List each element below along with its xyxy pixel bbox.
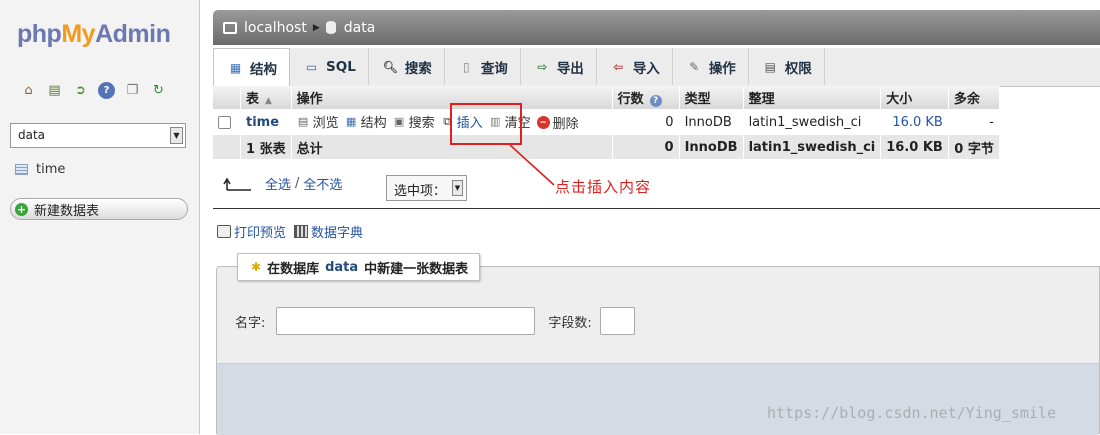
print-view-link[interactable]: 打印预览: [217, 222, 286, 241]
arrow-up-icon: [223, 177, 251, 191]
uncheck-all-link[interactable]: 全不选: [303, 174, 342, 193]
database-select[interactable]: data ▼: [10, 123, 186, 148]
dictionary-icon: [294, 225, 309, 238]
data-dictionary-link[interactable]: 数据字典: [294, 222, 363, 241]
divider: [213, 208, 1100, 209]
create-table-form: 名字: 字段数:: [235, 307, 635, 335]
dropdown-arrow-icon: ▼: [170, 127, 183, 144]
phpmyadmin-logo[interactable]: phpMyAdmin: [17, 20, 171, 49]
annotation-text: 点击插入内容: [555, 178, 652, 196]
table-icon: [15, 164, 28, 175]
dropdown-arrow-icon: ▼: [452, 180, 463, 196]
home-icon[interactable]: ⌂: [20, 82, 37, 99]
query-window-icon[interactable]: ➲: [72, 82, 89, 99]
bulk-actions: 全选 / 全不选: [223, 174, 342, 193]
field-count-input[interactable]: [599, 307, 635, 335]
logout-icon[interactable]: ▤: [46, 82, 63, 99]
docs-copy-icon[interactable]: ❐: [124, 82, 141, 99]
navigation-sidebar: phpMyAdmin ⌂ ▤ ➲ ? ❐ ↻ data ▼ time + 新建数…: [0, 0, 200, 434]
new-table-button[interactable]: + 新建数据表: [10, 198, 188, 220]
documentation-icon[interactable]: ?: [98, 82, 115, 99]
create-table-legend: ✱ 在数据库 data 中新建一张数据表: [237, 253, 481, 281]
main-content: localhost ▶ data ▦ 结构 ▭ SQL 🔍︎ 搜索 ▯ 查询 ⇨…: [213, 0, 1100, 435]
printer-icon: [217, 225, 231, 238]
plus-icon: +: [15, 202, 28, 216]
create-table-footer: [217, 363, 1099, 435]
reload-icon[interactable]: ↻: [150, 82, 167, 99]
table-name-input[interactable]: [276, 307, 536, 335]
annotation-line: [509, 144, 555, 186]
check-all-link[interactable]: 全选: [265, 174, 291, 193]
new-table-icon: ✱: [251, 260, 262, 274]
with-selected-select[interactable]: 选中项： ▼: [386, 175, 467, 201]
navigation-icons: ⌂ ▤ ➲ ? ❐ ↻: [20, 82, 167, 99]
name-label: 名字:: [235, 315, 266, 331]
sidebar-item-time[interactable]: time: [15, 162, 65, 177]
fields-label: 字段数:: [548, 315, 592, 331]
print-links: 打印预览 数据字典: [217, 222, 363, 241]
watermark: https://blog.csdn.net/Ying_smile: [767, 404, 1056, 422]
